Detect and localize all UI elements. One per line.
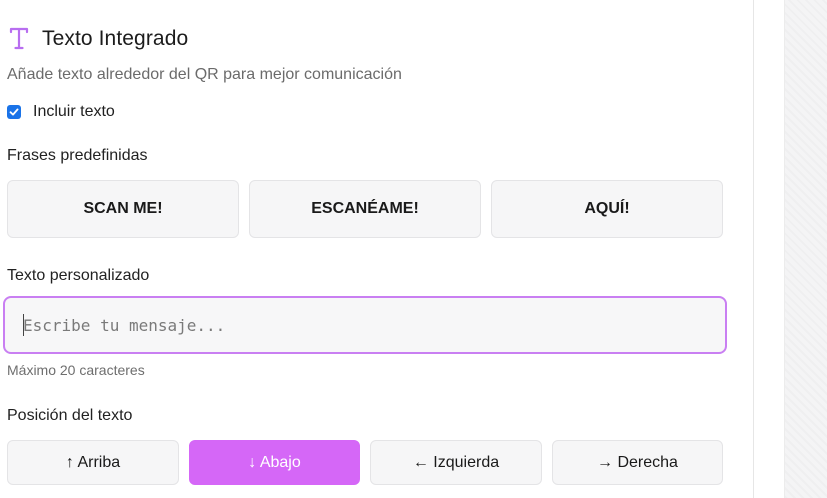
text-type-icon [8, 26, 30, 52]
text-settings-panel: Texto Integrado Añade texto alrededor de… [0, 0, 753, 498]
panel-gap [754, 0, 784, 498]
position-bottom-button[interactable]: ↓ Abajo [189, 440, 360, 485]
text-caret [23, 314, 24, 336]
checkmark-icon [9, 108, 19, 116]
position-right-button[interactable]: → Derecha [552, 440, 723, 485]
include-text-label: Incluir texto [33, 103, 115, 120]
section-subtitle: Añade texto alrededor del QR para mejor … [7, 66, 402, 83]
character-limit-hint: Máximo 20 caracteres [7, 362, 145, 378]
presets-label: Frases predefinidas [7, 147, 148, 164]
preset-scan-me-button[interactable]: SCAN ME! [7, 180, 239, 238]
position-top-button[interactable]: ↑ Arriba [7, 440, 179, 485]
custom-text-label: Texto personalizado [7, 267, 150, 284]
include-text-toggle[interactable]: Incluir texto [7, 101, 115, 123]
custom-text-field[interactable] [3, 296, 727, 354]
section-header: Texto Integrado [8, 24, 188, 54]
preset-aqui-button[interactable]: AQUÍ! [491, 180, 723, 238]
section-title: Texto Integrado [42, 27, 189, 50]
custom-text-input[interactable] [5, 314, 725, 336]
preset-escaneame-button[interactable]: ESCANÉAME! [249, 180, 481, 238]
preview-area-edge [784, 0, 827, 498]
include-text-checkbox[interactable] [7, 105, 21, 119]
position-left-button[interactable]: ← Izquierda [370, 440, 542, 485]
position-label: Posición del texto [7, 407, 133, 424]
